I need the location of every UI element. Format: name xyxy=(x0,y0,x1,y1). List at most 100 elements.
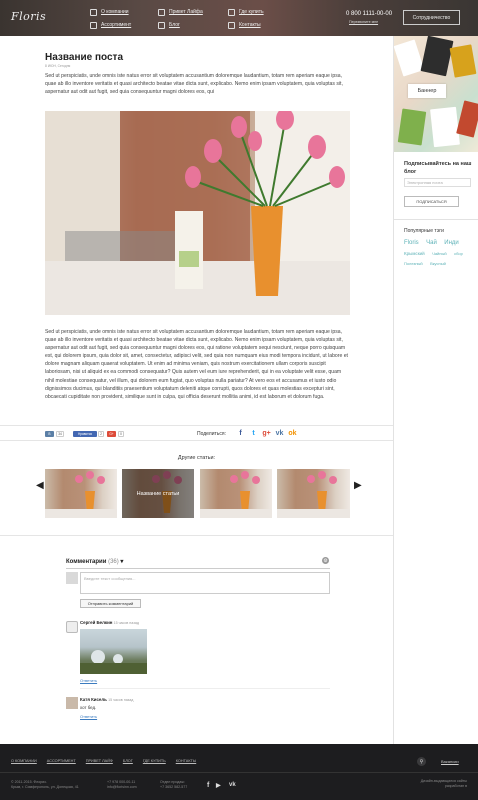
settings-icon[interactable]: ⚙ xyxy=(322,557,329,564)
gplus-count: 0 xyxy=(118,431,124,437)
post-title: Название поста xyxy=(45,52,124,63)
divider xyxy=(66,568,330,569)
tag[interactable]: Крымский xyxy=(404,251,425,256)
post-meta: 8 ИЮН, Сегодня xyxy=(45,64,71,68)
nav-item-privet[interactable]: Привет Лайфа xyxy=(158,8,203,16)
fb-like-button[interactable]: Нравится xyxy=(73,431,97,437)
fb-like-count: 2 xyxy=(98,431,104,437)
banner[interactable]: Баннер xyxy=(394,36,478,152)
post-body: Sed ut perspiciatis, unde omnis iste nat… xyxy=(45,329,348,400)
contacts-icon xyxy=(228,21,235,29)
share-row: В 34 Нравится 2 G+ 0 Поделиться: f t g+ … xyxy=(0,425,393,441)
banner-pack xyxy=(456,100,478,138)
logo[interactable]: Floris xyxy=(11,10,46,23)
site-footer: О КОМПАНИИ АССОРТИМЕНТ ПРИВЕТ ЛАЙФ БЛОГ … xyxy=(0,744,478,800)
nav-item-blog[interactable]: Блог xyxy=(158,21,203,29)
banner-pack xyxy=(394,39,425,77)
reply-link[interactable]: Ответить xyxy=(80,678,97,683)
send-comment-button[interactable]: Отправить комментарий xyxy=(80,599,141,608)
footer-design-credit[interactable]: Дизайн-выдающиеся сайты разработан в xyxy=(411,779,467,789)
site-header: Floris О компании Ассортимент Привет Лай… xyxy=(0,0,478,36)
comment-text: хот бед. xyxy=(80,705,97,710)
footer-sales: Отдел продаж: +7 3652 582-577 xyxy=(160,780,188,789)
footer-nav: О КОМПАНИИ АССОРТИМЕНТ ПРИВЕТ ЛАЙФ БЛОГ … xyxy=(11,759,196,763)
vacancies-link[interactable]: Вакансии xyxy=(441,759,459,764)
divider xyxy=(80,688,330,689)
tag[interactable]: сбор xyxy=(454,251,463,256)
email-field[interactable]: Электронная почта xyxy=(404,178,471,187)
sidebar: Баннер Подписывайтесь на наш блог Электр… xyxy=(393,36,478,744)
home-icon xyxy=(90,8,97,16)
other-articles-title: Другие статьи: xyxy=(177,455,216,461)
comment-input[interactable]: Введите текст сообщения... xyxy=(80,572,330,594)
comment-time: 15 часов назад xyxy=(113,621,139,625)
banner-pack xyxy=(420,36,454,77)
nav-item-assortment[interactable]: Ассортимент xyxy=(90,21,131,29)
cup-icon xyxy=(158,8,165,16)
comments-count: (36) xyxy=(108,559,119,565)
comment-author: Сергей Белкин 15 часов назад xyxy=(80,620,139,625)
twitter-share-icon[interactable]: t xyxy=(249,429,258,438)
tag[interactable]: Чай xyxy=(426,240,437,246)
box-icon xyxy=(90,21,97,29)
nav-item-where-to-buy[interactable]: Где купить xyxy=(228,8,264,16)
tag-cloud: Floris Чай Инди Крымский Чайный сбор Пол… xyxy=(404,236,474,267)
footer-nav-blog[interactable]: БЛОГ xyxy=(123,759,133,763)
facebook-share-icon[interactable]: f xyxy=(236,429,245,438)
ok-share-icon[interactable]: ok xyxy=(288,429,297,438)
header-phone: 0 800 1111-00-00 xyxy=(346,11,393,17)
post-photo xyxy=(45,111,350,315)
nav-item-about[interactable]: О компании xyxy=(90,8,131,16)
banner-pack xyxy=(397,108,427,146)
doc-icon xyxy=(158,21,165,29)
nav-column-2: Привет Лайфа Блог xyxy=(158,8,203,29)
article-thumb-4[interactable] xyxy=(277,469,350,518)
footer-nav-privet[interactable]: ПРИВЕТ ЛАЙФ xyxy=(86,759,113,763)
tag[interactable]: Чайный xyxy=(432,251,446,256)
comment-photo[interactable] xyxy=(80,629,147,674)
share-label: Поделиться: xyxy=(197,431,226,437)
footer-copyright: © 2011-2015. Флорис. Крым, г. Симферопол… xyxy=(11,780,79,789)
nav-column-3: Где купить Контакты xyxy=(228,8,264,29)
avatar xyxy=(66,697,78,709)
comment-time: 15 часов назад xyxy=(108,698,134,702)
next-arrow-icon[interactable]: ▶ xyxy=(354,480,362,491)
footer-nav-assortment[interactable]: АССОРТИМЕНТ xyxy=(47,759,76,763)
divider xyxy=(0,535,393,536)
banner-pack xyxy=(449,44,477,78)
reply-link[interactable]: Ответить xyxy=(80,714,97,719)
tag[interactable]: Инди xyxy=(444,240,458,246)
gplus-share-icon[interactable]: g+ xyxy=(262,429,271,438)
article-thumb-caption: Название статьи xyxy=(122,469,194,518)
vk-like-count: 34 xyxy=(56,431,64,437)
chevron-down-icon[interactable]: ▾ xyxy=(120,559,123,565)
youtube-icon[interactable]: ▶ xyxy=(216,782,221,789)
vk-icon[interactable]: vk xyxy=(229,782,236,788)
article-thumb-2[interactable]: Название статьи xyxy=(122,469,194,518)
prev-arrow-icon[interactable]: ◀ xyxy=(36,480,44,491)
vk-like-button[interactable]: В xyxy=(45,431,54,437)
footer-nav-about[interactable]: О КОМПАНИИ xyxy=(11,759,37,763)
divider xyxy=(394,219,478,220)
footer-nav-contacts[interactable]: КОНТАКТЫ xyxy=(176,759,196,763)
post-intro: Sed ut perspiciatis, unde omnis iste nat… xyxy=(45,73,343,96)
article-thumb-3[interactable] xyxy=(200,469,272,518)
footer-nav-where-to-buy[interactable]: ГДЕ КУПИТЬ xyxy=(143,759,166,763)
subscribe-button[interactable]: ПОДПИСАТЬСЯ xyxy=(404,196,459,207)
avatar xyxy=(66,621,78,633)
gplus-button[interactable]: G+ xyxy=(107,431,116,437)
tag[interactable]: Полезный xyxy=(404,261,423,266)
footer-contacts: +7 978 000-00-11 info@florisinn.com xyxy=(107,780,137,789)
banner-pack xyxy=(430,106,460,148)
facebook-icon[interactable]: f xyxy=(207,782,209,789)
banner-label: Баннер xyxy=(408,84,446,98)
cooperation-button[interactable]: Сотрудничество xyxy=(403,10,460,25)
comment-author: Катя Кисель 15 часов назад xyxy=(80,697,134,702)
tag[interactable]: Вкусный xyxy=(430,261,446,266)
search-icon[interactable]: ⚲ xyxy=(417,757,426,766)
tag[interactable]: Floris xyxy=(404,240,419,246)
article-thumb-1[interactable] xyxy=(45,469,117,518)
callback-link[interactable]: Перезвоните мне xyxy=(349,20,378,24)
vk-share-icon[interactable]: vk xyxy=(275,429,284,438)
nav-item-contacts[interactable]: Контакты xyxy=(228,21,264,29)
